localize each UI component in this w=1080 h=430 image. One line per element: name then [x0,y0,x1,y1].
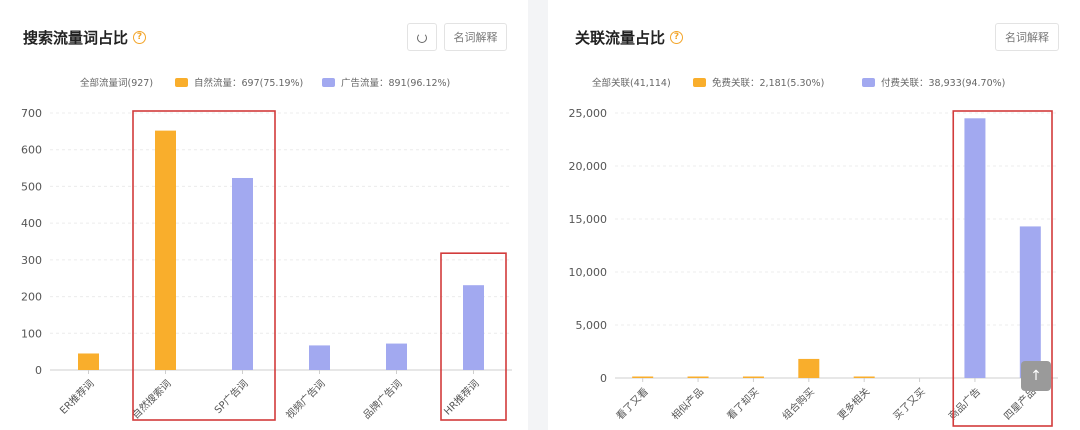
bar [632,376,654,378]
associated-traffic-chart: 0 5,000 10,000 15,000 20,000 25,000 看了又看 相似产品 看了… [569,107,1058,427]
y-tick-label: 25,000 [569,107,608,120]
bar [463,285,484,370]
x-tick-label: 更多相关 [835,385,872,422]
bar [78,353,99,370]
bar [742,376,764,378]
highlight-box [132,110,276,421]
bar [687,376,709,378]
y-tick-label: 15,000 [569,213,608,226]
search-traffic-panel: 搜索流量词占比? 名词解释 全部流量词(927) 自然流量：697(75.19%… [0,0,528,430]
y-tick-label: 700 [21,107,42,120]
associated-traffic-panel: 关联流量占比? 名词解释 全部关联(41,114) 免费关联：2,181(5.3… [548,0,1080,430]
y-tick-label: 0 [600,372,607,385]
x-tick-label: 看了又看 [613,385,650,422]
x-tick-label: 自然搜索词 [129,377,174,422]
x-tick-label: ER推荐词 [57,377,97,417]
y-tick-label: 500 [21,180,42,193]
bar [1019,226,1041,378]
bar [964,118,986,379]
x-tick-label: 品牌广告词 [360,377,405,422]
x-tick-label: 相似产品 [669,385,706,422]
x-tick-label: HR推荐词 [441,377,482,418]
x-tick-label: 组合购买 [779,385,816,422]
bar [232,177,253,370]
y-tick-label: 200 [21,291,42,304]
x-tick-label: SP广告词 [211,377,250,416]
y-tick-label: 400 [21,217,42,230]
x-tick-label: 视频广告词 [283,377,328,422]
bar [155,130,176,370]
y-tick-label: 300 [21,254,42,267]
x-tick-label: 商品广告 [946,385,983,422]
bar [853,376,875,378]
bar [386,343,407,370]
y-tick-label: 0 [35,364,42,377]
x-tick-label: 买了又买 [891,386,928,423]
x-tick-label: 看了却买 [724,385,761,422]
search-traffic-chart: 0 100 200 300 400 500 600 700 ER推荐词 自然搜索词 SP广告词 视频广… [21,107,512,422]
y-tick-label: 10,000 [569,266,608,279]
y-tick-label: 5,000 [576,319,608,332]
scroll-to-top-button[interactable]: ↑ [1021,361,1051,391]
y-tick-label: 600 [21,144,42,157]
y-tick-label: 100 [21,327,42,340]
bar [798,358,820,378]
y-tick-label: 20,000 [569,160,608,173]
bar [309,345,330,370]
arrow-up-icon: ↑ [1030,368,1042,384]
